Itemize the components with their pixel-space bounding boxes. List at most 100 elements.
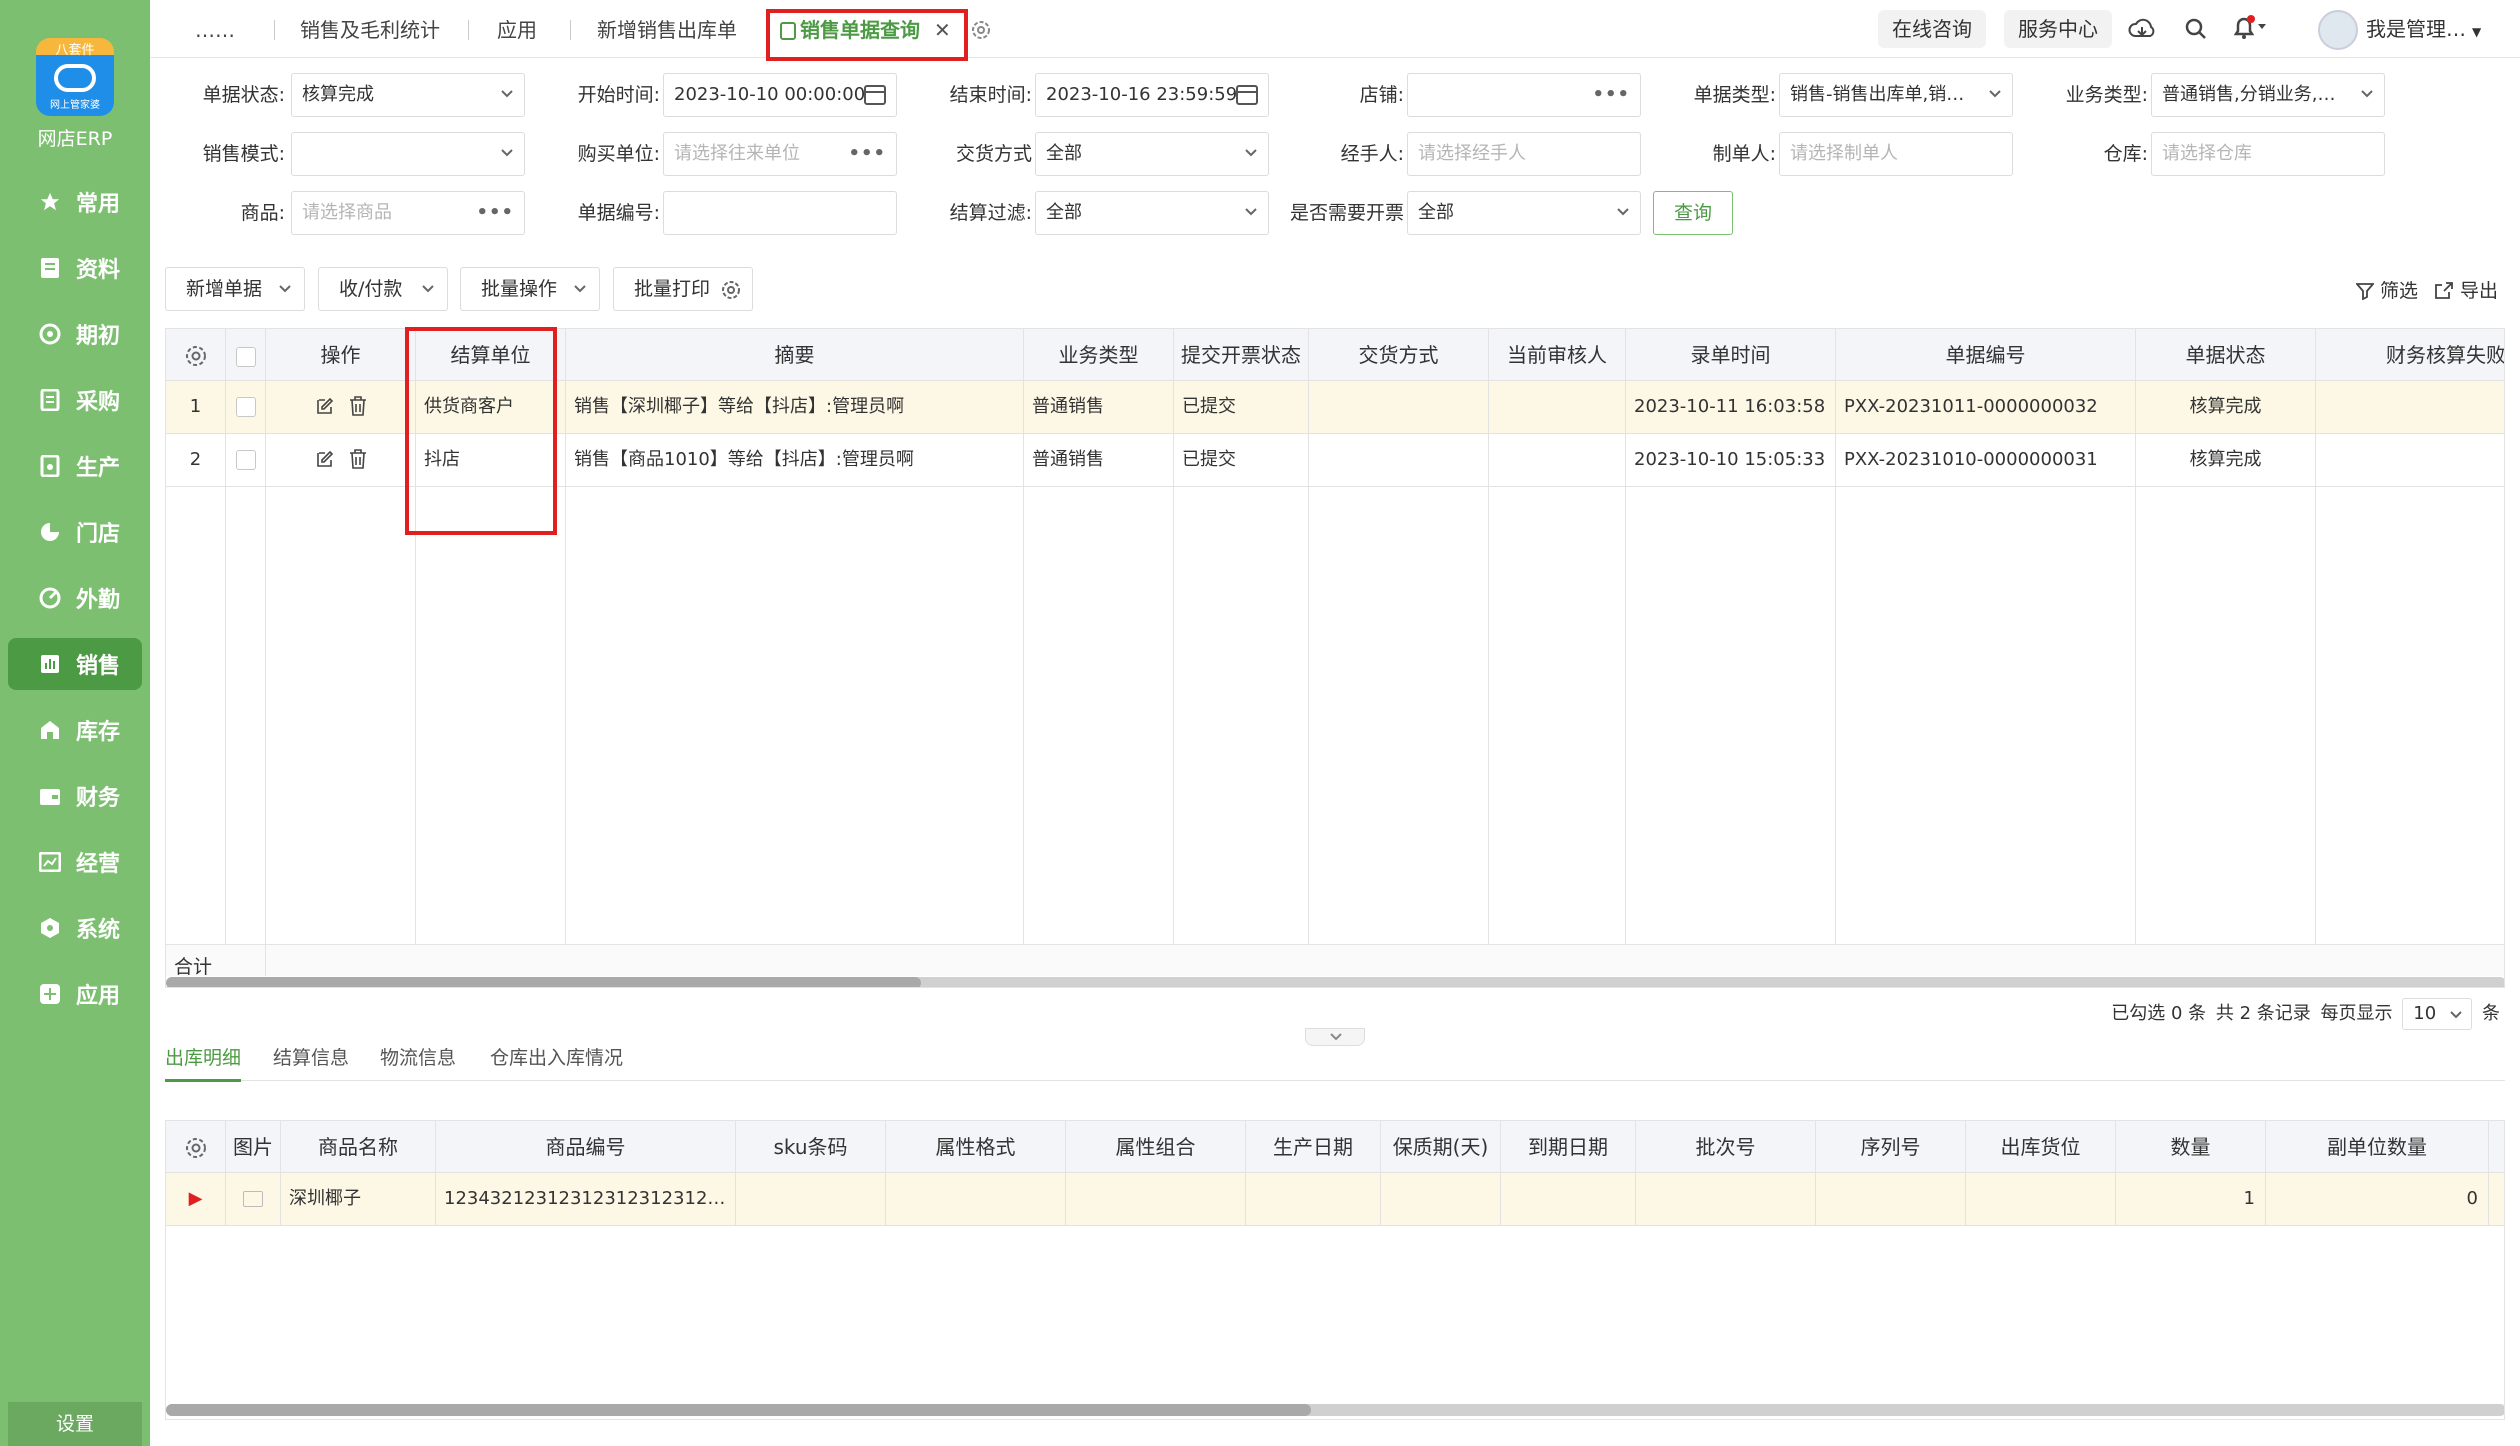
warehouse-input[interactable]: 请选择仓库	[2151, 132, 2385, 176]
col-summary: 摘要	[566, 329, 1024, 380]
tab-apps[interactable]: 应用	[497, 0, 537, 58]
doc-type-select[interactable]: 销售-销售出库单,销…	[1779, 73, 2013, 117]
tab-more[interactable]: ……	[195, 0, 235, 58]
handler-input[interactable]: 请选择经手人	[1407, 132, 1641, 176]
doc-status-select[interactable]: 核算完成	[291, 73, 525, 117]
maker-input[interactable]: 请选择制单人	[1779, 132, 2013, 176]
search-icon[interactable]	[2184, 10, 2208, 48]
settle-filter-select[interactable]: 全部	[1035, 191, 1269, 235]
tab-new-sales-out[interactable]: 新增销售出库单	[597, 0, 737, 58]
tab-warehouse-io[interactable]: 仓库出入库情况	[490, 1043, 623, 1070]
tab-logistics-info[interactable]: 物流信息	[380, 1043, 456, 1070]
batch-print-button[interactable]: 批量打印	[613, 267, 753, 311]
sidebar-item-purchase[interactable]: 采购	[8, 374, 142, 426]
sidebar-item-sales[interactable]: 销售	[8, 638, 142, 690]
tab-sales-profit[interactable]: 销售及毛利统计	[300, 0, 440, 58]
end-time-input[interactable]: 2023-10-16 23:59:59	[1035, 73, 1269, 117]
col-goods-code: 商品编号	[436, 1121, 736, 1172]
sidebar-item-common[interactable]: 常用	[8, 176, 142, 228]
column-settings-gear-icon[interactable]	[166, 329, 226, 380]
field-icon	[38, 586, 62, 610]
image-placeholder-icon[interactable]	[226, 1173, 281, 1225]
sidebar-item-apps[interactable]: 应用	[8, 968, 142, 1020]
edit-icon[interactable]	[315, 449, 335, 469]
sidebar-item-operation[interactable]: 经营	[8, 836, 142, 888]
tab-divider	[570, 20, 571, 40]
buyer-label: 购买单位:	[577, 143, 660, 165]
doc-status-cell: 核算完成	[2136, 381, 2316, 433]
doc-no-input[interactable]	[663, 191, 897, 235]
tab-outbound-detail[interactable]: 出库明细	[165, 1043, 242, 1082]
detail-table-row[interactable]: ▶ 深圳椰子 12343212312312312312312… 1 0	[166, 1173, 2504, 1226]
sidebar-item-initial[interactable]: 期初	[8, 308, 142, 360]
calendar-icon	[864, 85, 886, 105]
goods-name-cell: 深圳椰子	[281, 1173, 436, 1225]
select-all-checkbox[interactable]	[226, 329, 266, 380]
page-size-select[interactable]: 10	[2402, 998, 2473, 1030]
chevron-down-icon	[574, 285, 586, 293]
column-settings-gear-icon[interactable]	[166, 1121, 226, 1172]
export-button[interactable]: 导出	[2434, 276, 2498, 303]
sidebar-nav: 常用 资料 期初 采购 生产 门店 外勤 销售 库存 财务 经营 系统 应用	[8, 176, 142, 1034]
batch-operation-button[interactable]: 批量操作	[460, 267, 600, 311]
tab-settle-info[interactable]: 结算信息	[273, 1043, 349, 1070]
sidebar-item-store[interactable]: 门店	[8, 506, 142, 558]
query-button[interactable]: 查询	[1653, 191, 1733, 235]
gear-icon[interactable]	[720, 279, 742, 301]
sidebar-item-field[interactable]: 外勤	[8, 572, 142, 624]
doc-no-label: 单据编号:	[577, 202, 660, 224]
service-center-button[interactable]: 服务中心	[2004, 10, 2112, 48]
row-checkbox[interactable]	[226, 434, 266, 486]
invoice-status-cell: 已提交	[1174, 434, 1309, 486]
goods-picker[interactable]: 请选择商品 •••	[291, 191, 525, 235]
cloud-download-icon[interactable]	[2128, 10, 2156, 48]
col-operation: 操作	[266, 329, 416, 380]
fail-reason-cell	[2316, 434, 2504, 486]
delete-icon[interactable]	[349, 396, 367, 416]
sidebar-item-inventory[interactable]: 库存	[8, 704, 142, 756]
warehouse-icon	[38, 718, 62, 742]
buyer-picker[interactable]: 请选择往来单位 •••	[663, 132, 897, 176]
tab-divider	[274, 20, 275, 40]
online-consult-button[interactable]: 在线咨询	[1878, 10, 1986, 48]
user-menu[interactable]: 我是管理… ▼	[2318, 9, 2481, 50]
doc-no-cell[interactable]: PXX-20231011-0000000032	[1836, 381, 2136, 433]
new-doc-button[interactable]: 新增单据	[165, 267, 305, 311]
payment-button[interactable]: 收/付款	[318, 267, 448, 311]
scrollbar-thumb[interactable]	[166, 977, 921, 987]
col-fail-reason: 财务核算失败原因	[2316, 329, 2504, 380]
settings-button[interactable]: 设置	[8, 1402, 142, 1446]
chevron-down-icon	[2450, 1011, 2462, 1019]
col-goods-name: 商品名称	[281, 1121, 436, 1172]
horizontal-scrollbar[interactable]	[166, 977, 2504, 987]
start-time-input[interactable]: 2023-10-10 00:00:00	[663, 73, 897, 117]
delete-icon[interactable]	[349, 449, 367, 469]
doc-no-cell[interactable]: PXX-20231010-0000000031	[1836, 434, 2136, 486]
sale-mode-select[interactable]	[291, 132, 525, 176]
production-icon	[38, 454, 62, 478]
sidebar-item-data[interactable]: 资料	[8, 242, 142, 294]
biz-type-select[interactable]: 普通销售,分销业务,…	[2151, 73, 2385, 117]
invoice-select[interactable]: 全部	[1407, 191, 1641, 235]
delivery-label: 交货方式	[955, 143, 1032, 165]
detail-horizontal-scrollbar[interactable]	[166, 1404, 2504, 1416]
filter-button[interactable]: 筛选	[2355, 276, 2418, 303]
sidebar-item-finance[interactable]: 财务	[8, 770, 142, 822]
notification-bell-icon[interactable]	[2232, 10, 2268, 48]
scrollbar-thumb[interactable]	[166, 1404, 1311, 1416]
operation-icon	[38, 850, 62, 874]
delivery-select[interactable]: 全部	[1035, 132, 1269, 176]
tab-settings-gear-icon[interactable]	[970, 0, 992, 58]
target-icon	[38, 322, 62, 346]
col-doc-status: 单据状态	[2136, 329, 2316, 380]
detail-table-header: 图片 商品名称 商品编号 sku条码 属性格式 属性组合 生产日期 保质期(天)…	[166, 1121, 2504, 1173]
cloud-logo-icon	[54, 64, 96, 92]
edit-icon[interactable]	[315, 396, 335, 416]
chevron-down-icon	[1245, 208, 1257, 216]
filter-icon	[2355, 283, 2375, 301]
shop-picker[interactable]: •••	[1407, 73, 1641, 117]
col-shelf-life: 保质期(天)	[1381, 1121, 1501, 1172]
sidebar-item-production[interactable]: 生产	[8, 440, 142, 492]
sidebar-item-system[interactable]: 系统	[8, 902, 142, 954]
row-checkbox[interactable]	[226, 381, 266, 433]
